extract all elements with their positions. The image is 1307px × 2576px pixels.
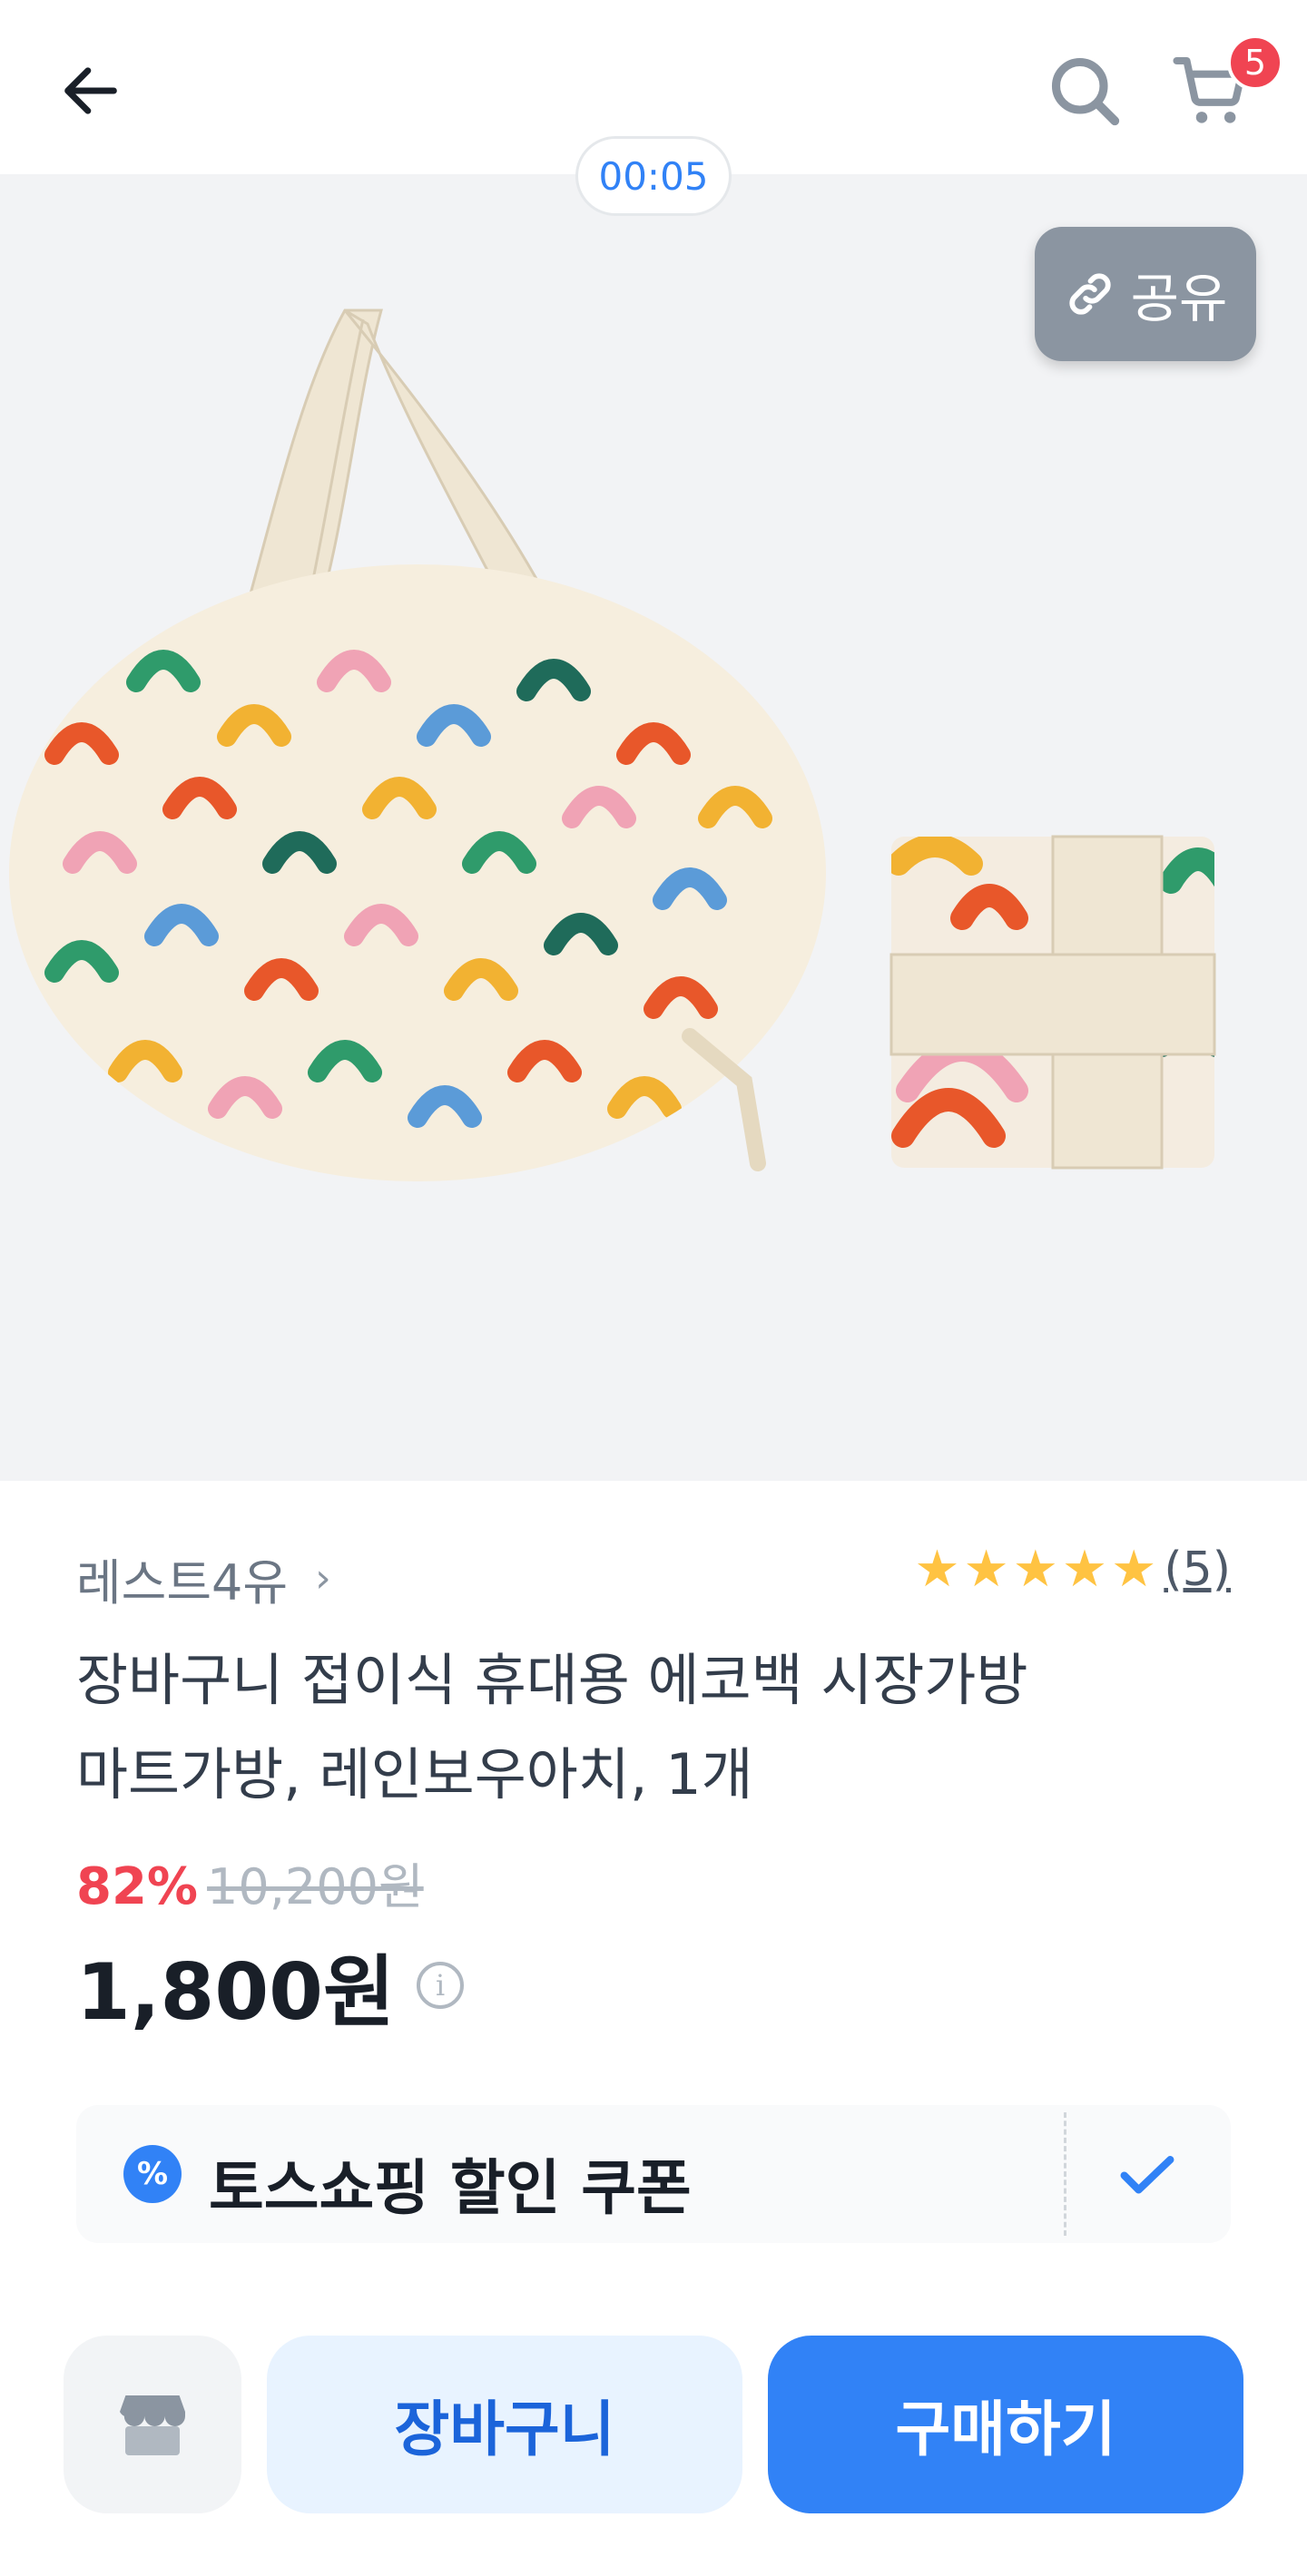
add-to-cart-button[interactable]: 장바구니 [267, 2336, 742, 2513]
info-icon[interactable]: i [417, 1961, 465, 2009]
coupon-divider [1064, 2112, 1066, 2236]
percent-icon: % [123, 2145, 182, 2203]
star-icon: ★ [1111, 1540, 1157, 1599]
star-icon: ★ [1061, 1540, 1108, 1599]
search-icon [1051, 57, 1120, 126]
star-icon: ★ [914, 1540, 960, 1599]
coupon-row[interactable]: % 토스쇼핑 할인 쿠폰 [76, 2105, 1231, 2243]
price-row: 1,800원 i [76, 1928, 465, 2042]
product-image [9, 309, 1216, 1181]
star-icon: ★ [1012, 1540, 1058, 1599]
bottom-action-bar: 장바구니 구매하기 [0, 2305, 1307, 2576]
store-button[interactable] [64, 2336, 241, 2513]
product-title-line1: 장바구니 접이식 휴대용 에코백 시장가방 [76, 1647, 1028, 1713]
arrow-left-icon [64, 67, 117, 114]
store-name: 레스트4유 [76, 1554, 289, 1611]
store-row: 레스트4유 › ★ ★ ★ ★ ★ (5) [76, 1543, 1231, 1611]
share-label: 공유 [1130, 268, 1228, 329]
original-price: 10,200원 [207, 1858, 424, 1915]
buy-now-button[interactable]: 구매하기 [768, 2336, 1243, 2513]
check-icon [1120, 2156, 1174, 2194]
product-title-line2: 마트가방, 레인보우아치, 1개 [76, 1741, 753, 1807]
video-timer: 00:05 [575, 136, 732, 216]
coupon-check-button[interactable] [1111, 2138, 1184, 2210]
product-image-area[interactable]: 공유 [0, 174, 1307, 1481]
star-icon: ★ [963, 1540, 1009, 1599]
sale-price: 1,800원 [76, 1947, 396, 2038]
discount-row: 82% 10,200원 [76, 1846, 424, 1918]
rating[interactable]: ★ ★ ★ ★ ★ (5) [914, 1543, 1231, 1597]
coupon-label: 토스쇼핑 할인 쿠폰 [209, 2153, 692, 2223]
store-icon [120, 2395, 185, 2455]
link-icon [1068, 273, 1111, 315]
discount-rate: 82% [76, 1857, 199, 1916]
share-button[interactable]: 공유 [1035, 227, 1256, 361]
chevron-right-icon: › [315, 1555, 331, 1601]
store-link[interactable]: 레스트4유 › [76, 1543, 331, 1614]
search-button[interactable] [1035, 41, 1135, 141]
review-count[interactable]: (5) [1164, 1543, 1231, 1597]
product-title: 장바구니 접이식 휴대용 에코백 시장가방 마트가방, 레인보우아치, 1개 [76, 1633, 1165, 1822]
cart-count-badge: 5 [1227, 34, 1283, 91]
back-button[interactable] [45, 45, 136, 136]
